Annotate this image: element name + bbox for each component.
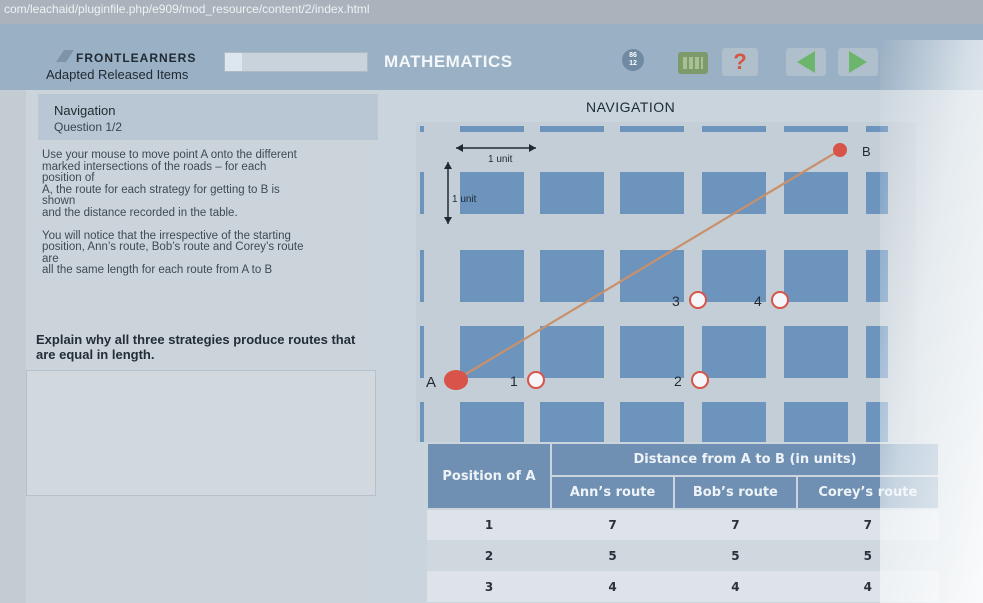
city-block: [784, 402, 848, 442]
position-cell: 3: [427, 571, 551, 602]
city-block: [460, 126, 524, 132]
navigation-map: 1 unit 1 unit A B 1 2 3 4: [416, 122, 916, 442]
city-block: [866, 172, 888, 214]
intersection-marker-3[interactable]: [689, 291, 707, 309]
marker-label-4: 4: [754, 293, 762, 309]
unit-label-vertical: 1 unit: [452, 194, 477, 205]
bob-cell: 5: [674, 540, 797, 571]
map-title: NAVIGATION: [586, 99, 676, 115]
previous-arrow-icon[interactable]: [786, 48, 826, 76]
timer-counter: 86 12: [622, 49, 644, 71]
table-row: 3 4 4 4: [427, 571, 939, 602]
point-b-marker: [833, 143, 847, 157]
marker-label-1: 1: [510, 373, 518, 389]
corey-cell: 7: [796, 509, 939, 540]
city-block: [866, 126, 888, 132]
city-block: [420, 326, 424, 378]
city-block: [784, 250, 848, 302]
answer-textarea[interactable]: [26, 370, 376, 496]
marker-label-3: 3: [672, 293, 680, 309]
counter-bottom: 12: [629, 60, 637, 67]
city-block: [620, 402, 684, 442]
city-block: [420, 126, 424, 132]
distance-group-header: Distance from A to B (in units): [550, 442, 940, 477]
progress-fill: [225, 53, 243, 71]
city-block: [784, 326, 848, 378]
next-arrow-icon[interactable]: [838, 48, 878, 76]
ann-cell: 7: [551, 509, 675, 540]
city-block: [540, 402, 604, 442]
city-block: [784, 126, 848, 132]
city-block: [620, 126, 684, 132]
question-panel: Navigation Question 1/2 Use your mouse t…: [26, 90, 380, 603]
city-block: [702, 172, 766, 214]
browser-url-bar[interactable]: com/leachaid/pluginfile.php/e909/mod_res…: [0, 0, 983, 24]
position-cell: 2: [427, 540, 551, 571]
table-row: 1 7 7 7: [427, 509, 939, 540]
corey-cell: 4: [796, 571, 939, 602]
bob-route-header: Bob’s route: [673, 475, 798, 510]
city-block: [620, 326, 684, 378]
city-block: [702, 126, 766, 132]
city-block: [702, 326, 766, 378]
city-block: [540, 250, 604, 302]
city-block: [620, 172, 684, 214]
city-block: [420, 250, 424, 302]
corey-cell: 5: [796, 540, 939, 571]
city-block: [460, 402, 524, 442]
help-icon: ?: [733, 49, 747, 74]
city-block: [420, 402, 424, 442]
point-a-label: A: [426, 374, 436, 391]
unit-label-horizontal: 1 unit: [488, 154, 513, 165]
question-title: Navigation: [54, 103, 116, 118]
question-number: Question 1/2: [54, 120, 123, 134]
calculator-icon[interactable]: [678, 52, 708, 74]
city-block: [866, 250, 888, 302]
position-cell: 1: [427, 509, 551, 540]
point-b-label: B: [862, 144, 871, 159]
table-row: 2 5 5 5: [427, 540, 939, 571]
subject-title: MATHEMATICS: [384, 52, 513, 71]
marker-label-2: 2: [674, 373, 682, 389]
ann-cell: 4: [551, 571, 675, 602]
help-button[interactable]: ?: [722, 48, 758, 76]
city-block: [702, 402, 766, 442]
city-block: [460, 172, 524, 214]
intersection-marker-1[interactable]: [527, 371, 545, 389]
distance-table: Position of A Distance from A to B (in u…: [426, 442, 941, 602]
counter-top: 86: [629, 52, 637, 59]
question-prompt: Explain why all three strategies produce…: [36, 332, 356, 362]
city-block: [540, 172, 604, 214]
brand-name: FRONTLEARNERS: [76, 51, 197, 65]
instructions-text: Use your mouse to move point A onto the …: [42, 149, 304, 276]
city-block: [866, 402, 888, 442]
ann-cell: 5: [551, 540, 675, 571]
intersection-marker-4[interactable]: [771, 291, 789, 309]
corey-route-header: Corey’s route: [795, 475, 941, 510]
bob-cell: 4: [674, 571, 797, 602]
bob-cell: 7: [674, 509, 797, 540]
intersection-marker-2[interactable]: [691, 371, 709, 389]
city-block: [540, 126, 604, 132]
position-header: Position of A: [426, 442, 552, 510]
brand-subtitle: Adapted Released Items: [46, 67, 189, 82]
city-block: [460, 326, 524, 378]
city-block: [460, 250, 524, 302]
progress-bar: [224, 52, 368, 72]
city-block: [540, 326, 604, 378]
point-a-handle[interactable]: [444, 370, 468, 390]
city-block: [420, 172, 424, 214]
ann-route-header: Ann’s route: [549, 475, 676, 510]
city-block: [866, 326, 888, 378]
